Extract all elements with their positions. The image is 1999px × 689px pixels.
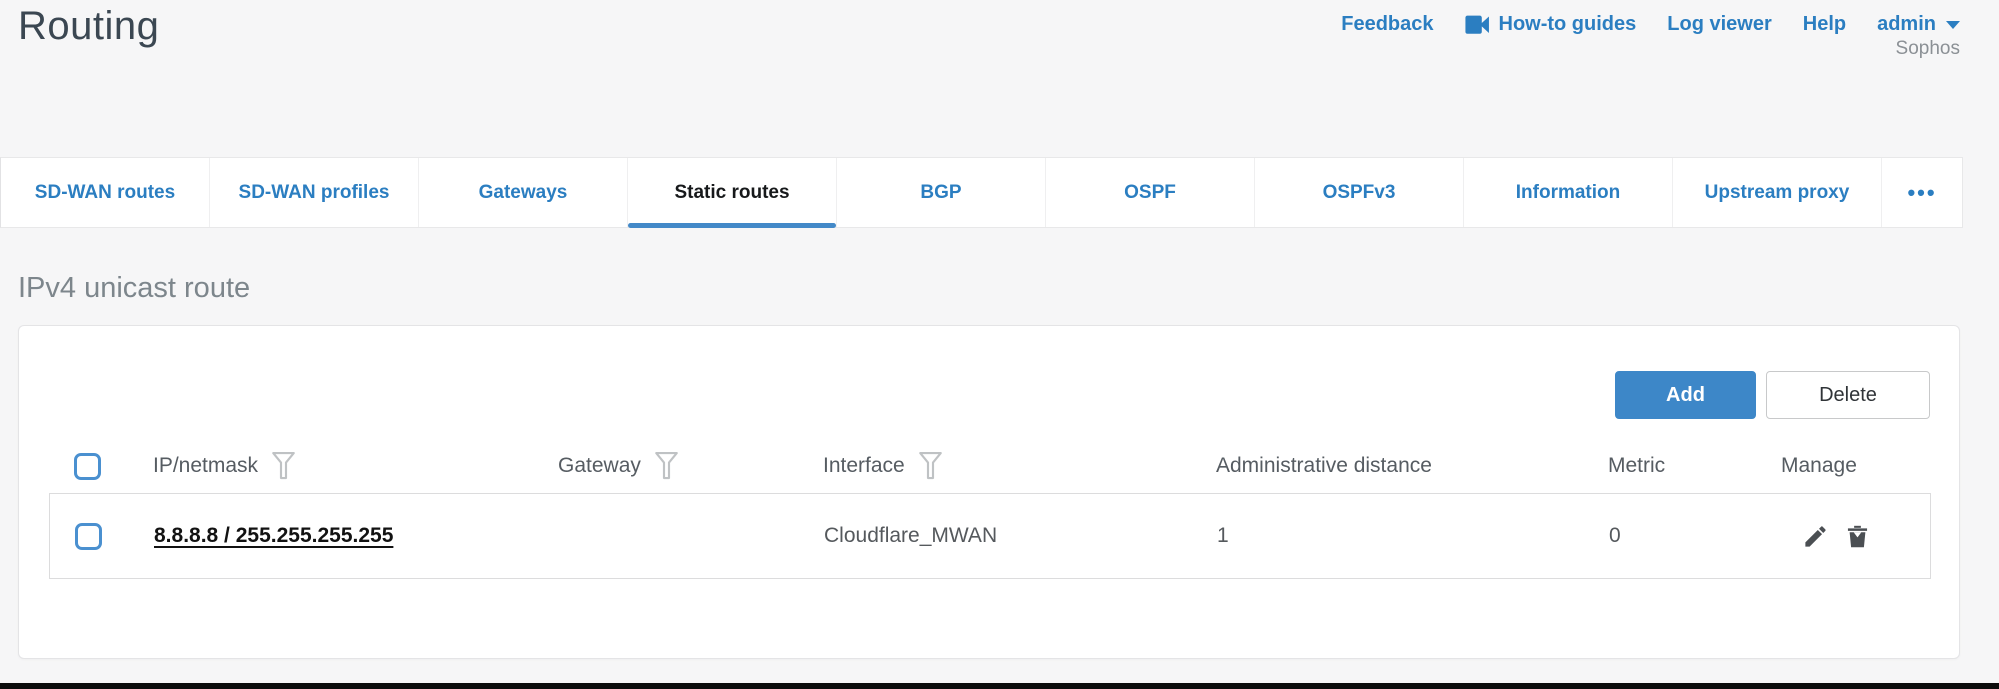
route-ip-netmask-link[interactable]: 8.8.8.8 / 255.255.255.255 xyxy=(154,524,393,547)
tab-sdwan-profiles[interactable]: SD-WAN profiles xyxy=(210,158,419,227)
col-admin-distance: Administrative distance xyxy=(1216,454,1432,478)
tab-upstream-proxy[interactable]: Upstream proxy xyxy=(1673,158,1882,227)
route-interface-value: Cloudflare_MWAN xyxy=(824,524,1217,548)
chevron-down-icon xyxy=(1946,21,1960,29)
tab-ospfv3[interactable]: OSPFv3 xyxy=(1255,158,1464,227)
tab-ospf[interactable]: OSPF xyxy=(1046,158,1255,227)
col-interface: Interface xyxy=(823,454,905,478)
log-viewer-link[interactable]: Log viewer xyxy=(1667,13,1771,36)
filter-funnel-icon[interactable] xyxy=(654,450,679,482)
col-manage: Manage xyxy=(1781,454,1857,478)
video-camera-icon xyxy=(1465,15,1491,35)
filter-funnel-icon[interactable] xyxy=(271,450,296,482)
org-label: Sophos xyxy=(1896,38,1960,60)
top-nav: Feedback How-to guides Log viewer Help a… xyxy=(1341,13,1960,36)
col-gateway: Gateway xyxy=(558,454,641,478)
tab-sdwan-routes[interactable]: SD-WAN routes xyxy=(1,158,210,227)
col-metric: Metric xyxy=(1608,454,1665,478)
add-button[interactable]: Add xyxy=(1615,371,1756,419)
user-menu-label: admin xyxy=(1877,13,1936,36)
tab-overflow-ellipsis-icon[interactable]: ••• xyxy=(1882,158,1962,227)
tab-bgp[interactable]: BGP xyxy=(837,158,1046,227)
col-ip-netmask: IP/netmask xyxy=(153,454,258,478)
static-routes-card: Add Delete IP/netmask Gateway Interface xyxy=(18,325,1960,659)
row-checkbox[interactable] xyxy=(75,523,102,550)
page-title: Routing xyxy=(18,4,159,49)
table-actions: Add Delete xyxy=(1615,371,1930,419)
select-all-checkbox[interactable] xyxy=(74,453,101,480)
howto-guides-link[interactable]: How-to guides xyxy=(1465,13,1637,36)
help-link[interactable]: Help xyxy=(1803,13,1846,36)
delete-button[interactable]: Delete xyxy=(1766,371,1930,419)
routing-page: Routing Feedback How-to guides Log viewe… xyxy=(0,0,1999,689)
screen-bottom-edge xyxy=(0,683,1999,689)
tab-static-routes[interactable]: Static routes xyxy=(628,158,837,227)
edit-pencil-icon[interactable] xyxy=(1802,523,1829,550)
delete-trash-icon[interactable] xyxy=(1844,523,1871,550)
route-admin-distance-value: 1 xyxy=(1217,524,1609,548)
tab-information[interactable]: Information xyxy=(1464,158,1673,227)
routing-tab-bar: SD-WAN routes SD-WAN profiles Gateways S… xyxy=(0,157,1963,228)
filter-funnel-icon[interactable] xyxy=(918,450,943,482)
section-title: IPv4 unicast route xyxy=(18,272,250,305)
route-metric-value: 0 xyxy=(1609,524,1782,548)
user-menu[interactable]: admin xyxy=(1877,13,1960,36)
table-row: 8.8.8.8 / 255.255.255.255 Cloudflare_MWA… xyxy=(49,493,1931,579)
tab-gateways[interactable]: Gateways xyxy=(419,158,628,227)
table-header-row: IP/netmask Gateway Interface Administrat… xyxy=(49,441,1931,491)
feedback-link[interactable]: Feedback xyxy=(1341,13,1433,36)
